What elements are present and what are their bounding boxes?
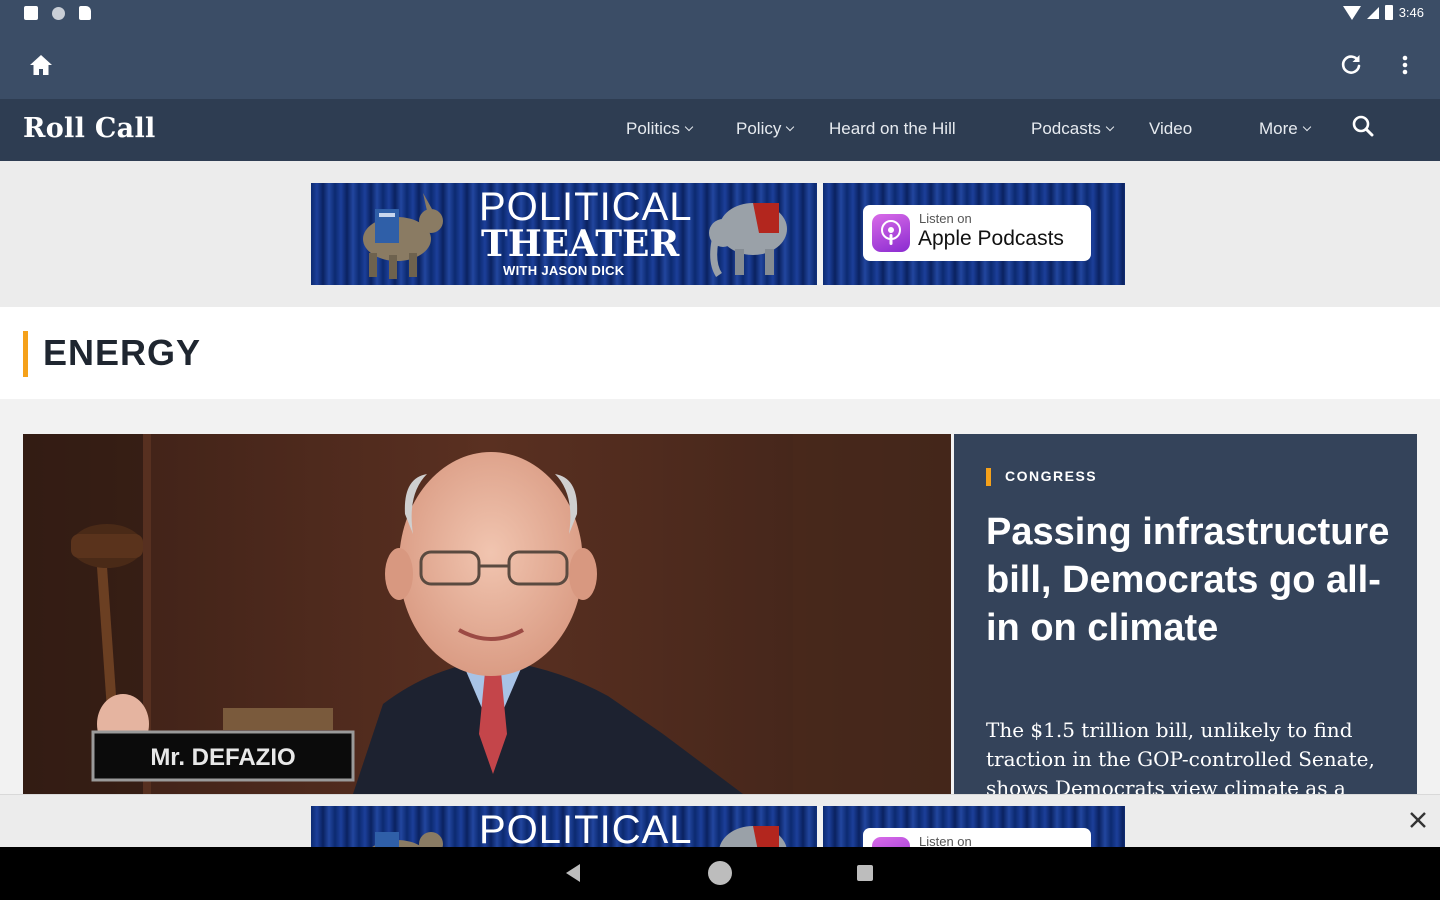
- search-icon: [1352, 115, 1374, 137]
- ad-cta-panel: Listen on Apple Podcasts: [823, 183, 1125, 285]
- notification-icon: [24, 6, 38, 20]
- top-ad-area: POLITICAL THEATER WITH JASON DICK Listen…: [0, 161, 1440, 307]
- nav-back-icon[interactable]: [566, 864, 580, 882]
- status-notifications: [24, 6, 91, 20]
- ad-title-line2: THEATER: [481, 223, 680, 265]
- home-button[interactable]: [26, 50, 56, 80]
- apple-podcasts-button[interactable]: Listen on Apple Podcasts: [863, 205, 1091, 261]
- sticky-ad-cta-panel: Listen on: [823, 806, 1125, 847]
- chevron-down-icon: [684, 122, 694, 132]
- story-kicker[interactable]: CONGRESS: [1005, 468, 1097, 484]
- sticky-apple-podcasts-button[interactable]: Listen on: [863, 828, 1091, 847]
- nav-item-more[interactable]: More: [1259, 119, 1311, 139]
- sd-card-icon: [79, 6, 91, 20]
- app-toolbar: [0, 28, 1440, 99]
- kicker-accent-bar: [986, 468, 991, 486]
- chevron-down-icon: [1105, 122, 1115, 132]
- battery-icon: [1384, 5, 1393, 20]
- nav-item-label: Politics: [626, 119, 680, 138]
- ad-artwork: POLITICAL THEATER WITH JASON DICK: [311, 183, 823, 285]
- sticky-ad-artwork: POLITICAL: [311, 806, 823, 847]
- close-icon: [1410, 812, 1426, 828]
- listen-on-label: Listen on: [919, 834, 972, 847]
- podcasts-icon: [872, 837, 910, 847]
- section-accent-bar: [23, 331, 28, 377]
- section-title: ENERGY: [43, 332, 202, 373]
- podcasts-icon: [872, 214, 910, 252]
- listen-on-label: Listen on: [919, 211, 972, 226]
- search-button[interactable]: [1350, 113, 1376, 139]
- nav-item-label: More: [1259, 119, 1298, 138]
- nav-item-video[interactable]: Video: [1149, 119, 1192, 139]
- sticky-bottom-ad: POLITICAL Listen on: [0, 794, 1440, 847]
- nameplate-text: Mr. DEFAZIO: [150, 744, 295, 771]
- wifi-icon: [1342, 5, 1361, 20]
- podcast-ad-banner[interactable]: POLITICAL THEATER WITH JASON DICK Listen…: [311, 183, 1131, 285]
- nav-item-podcasts[interactable]: Podcasts: [1031, 119, 1115, 139]
- hero-story-panel[interactable]: CONGRESS Passing infrastructure bill, De…: [954, 434, 1417, 794]
- overflow-menu-button[interactable]: [1393, 50, 1417, 80]
- section-header: ENERGY: [0, 307, 1440, 399]
- status-system: 3:46: [1342, 5, 1424, 20]
- home-icon: [30, 55, 52, 75]
- signal-icon: [1366, 6, 1379, 19]
- system-nav-bar: [0, 847, 1440, 900]
- nav-item-heard-on-the-hill[interactable]: Heard on the Hill: [829, 119, 956, 139]
- donkey-illustration: [363, 193, 443, 279]
- nav-home-icon[interactable]: [708, 861, 732, 885]
- site-logo[interactable]: Roll Call: [23, 113, 156, 144]
- apple-podcasts-label: Apple Podcasts: [918, 227, 1064, 250]
- nav-recents-icon[interactable]: [857, 865, 873, 881]
- nav-item-label: Video: [1149, 119, 1193, 138]
- site-header: Roll Call Politics Policy Heard on the H…: [0, 99, 1440, 161]
- story-dek: The $1.5 trillion bill, unlikely to find…: [986, 718, 1375, 794]
- refresh-button[interactable]: [1336, 50, 1366, 80]
- overflow-menu-icon: [1402, 55, 1408, 75]
- nav-item-label: Podcasts: [1031, 119, 1101, 138]
- app-screen: 3:46 Roll Call Politics Policy Heard on …: [0, 0, 1440, 900]
- chevron-down-icon: [786, 122, 795, 132]
- sticky-ad-title-line1: POLITICAL: [479, 808, 693, 847]
- status-time: 3:46: [1398, 5, 1424, 20]
- sticky-ad-banner[interactable]: POLITICAL Listen on: [311, 806, 1131, 847]
- nav-item-label: Heard on the Hill: [829, 119, 956, 138]
- elephant-illustration: [719, 826, 787, 847]
- hero-photo: Mr. DEFAZIO: [23, 434, 951, 794]
- sync-icon: [52, 6, 65, 20]
- nav-item-policy[interactable]: Policy: [736, 119, 795, 139]
- close-ad-button[interactable]: [1405, 807, 1431, 833]
- status-bar: 3:46: [0, 0, 1440, 28]
- elephant-illustration: [709, 203, 787, 277]
- donkey-illustration: [372, 832, 443, 847]
- story-headline[interactable]: Passing infrastructure bill, Democrats g…: [986, 508, 1396, 652]
- hero-image[interactable]: Mr. DEFAZIO: [23, 434, 951, 794]
- chevron-down-icon: [1302, 122, 1311, 132]
- nav-item-politics[interactable]: Politics: [626, 119, 694, 139]
- ad-subtitle: WITH JASON DICK: [503, 263, 625, 278]
- refresh-icon: [1341, 55, 1361, 74]
- nav-item-label: Policy: [736, 119, 782, 138]
